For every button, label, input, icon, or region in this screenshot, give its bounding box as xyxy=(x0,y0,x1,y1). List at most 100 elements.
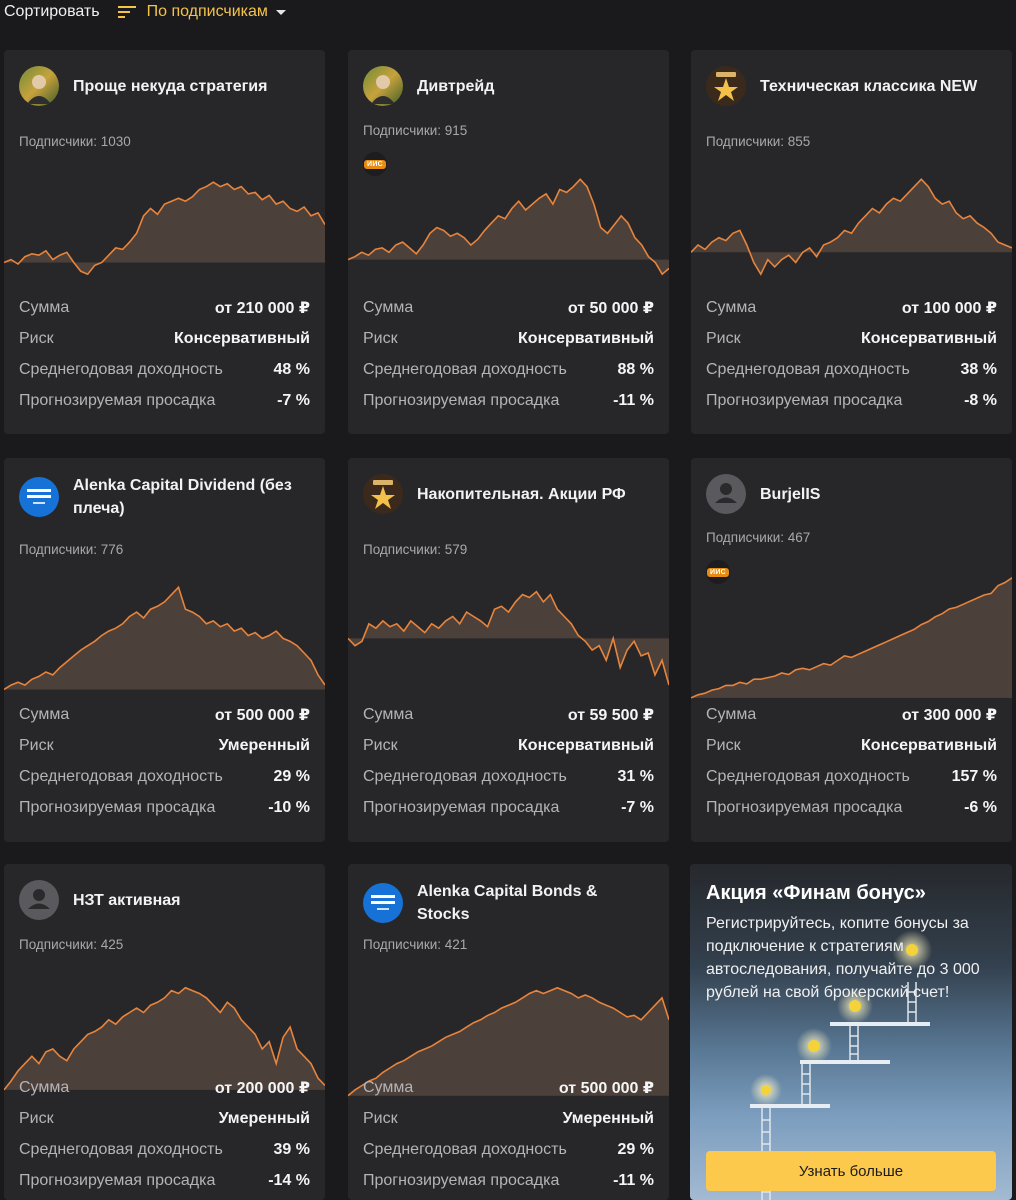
finam-star-avatar xyxy=(363,474,403,514)
strategy-card[interactable]: Alenka Capital Dividend (без плеча) Подп… xyxy=(4,458,325,842)
stat-row-sum: Сумма от 59 500 ₽ xyxy=(363,699,654,730)
stat-row-risk: Риск Консервативный xyxy=(19,323,310,354)
stat-label: Риск xyxy=(706,329,741,347)
stat-row-yield: Среднегодовая доходность 88 % xyxy=(363,354,654,385)
default-user-avatar xyxy=(706,474,746,514)
strategy-card[interactable]: НЗТ активная Подписчики: 425 Сумма от 200… xyxy=(4,864,325,1200)
stat-value-yield: 38 % xyxy=(960,360,997,378)
strategy-stats: Сумма от 59 500 ₽ Риск Консервативный Сред… xyxy=(363,699,654,823)
stat-row-yield: Среднегодовая доходность 29 % xyxy=(363,1134,654,1165)
stat-label: Прогнозируемая просадка xyxy=(19,1171,216,1189)
stat-label: Прогнозируемая просадка xyxy=(363,1171,560,1189)
strategy-title[interactable]: Дивтрейд xyxy=(417,75,494,98)
stat-row-drawdown: Прогнозируемая просадка -14 % xyxy=(19,1165,310,1196)
sort-dropdown[interactable]: По подписчикам xyxy=(117,3,286,21)
subscribers-count: Подписчики: 915 xyxy=(363,123,468,138)
card-header: Alenka Capital Dividend (без плеча) xyxy=(19,474,310,520)
equity-area xyxy=(4,182,325,275)
equity-area xyxy=(691,179,1012,275)
stat-label: Риск xyxy=(19,329,54,347)
subscribers-count: Подписчики: 579 xyxy=(363,542,468,557)
stat-label: Сумма xyxy=(363,1078,414,1096)
strategy-title[interactable]: Проще некуда стратегия xyxy=(73,75,267,98)
learn-more-button[interactable]: Узнать больше xyxy=(706,1151,996,1191)
sort-selected-value: По подписчикам xyxy=(146,3,268,20)
equity-area xyxy=(348,591,669,686)
card-header: Накопительная. Акции РФ xyxy=(363,474,654,514)
strategy-stats: Сумма от 210 000 ₽ Риск Консервативный Сре… xyxy=(19,292,310,416)
stat-value-yield: 157 % xyxy=(951,767,997,785)
stat-value-sum: от 100 000 ₽ xyxy=(901,299,997,317)
stat-value-sum: от 500 000 ₽ xyxy=(558,1079,654,1097)
stat-label: Сумма xyxy=(363,705,414,723)
strategy-title[interactable]: BurjelIS xyxy=(760,483,820,506)
stat-row-risk: Риск Консервативный xyxy=(363,730,654,761)
stat-row-risk: Риск Умеренный xyxy=(19,730,310,761)
stat-value-risk: Консервативный xyxy=(861,329,997,347)
stat-row-drawdown: Прогнозируемая просадка -7 % xyxy=(363,792,654,823)
stat-row-risk: Риск Умеренный xyxy=(19,1103,310,1134)
strategy-title[interactable]: Alenka Capital Bonds & Stocks xyxy=(417,880,654,926)
stat-label: Сумма xyxy=(19,1078,70,1096)
stat-value-drawdown: -8 % xyxy=(964,391,997,409)
strategy-title[interactable]: Техническая классика NEW xyxy=(760,75,977,98)
finam-star-avatar xyxy=(706,66,746,106)
strategy-stats: Сумма от 100 000 ₽ Риск Консервативный Сре… xyxy=(706,292,997,416)
stat-value-drawdown: -11 % xyxy=(613,391,654,409)
stat-label: Прогнозируемая просадка xyxy=(706,391,903,409)
stat-label: Среднегодовая доходность xyxy=(363,360,567,378)
stat-value-yield: 39 % xyxy=(273,1140,310,1158)
stat-label: Прогнозируемая просадка xyxy=(19,798,216,816)
stat-value-drawdown: -14 % xyxy=(268,1171,310,1189)
stat-value-drawdown: -7 % xyxy=(621,798,654,816)
stat-value-risk: Консервативный xyxy=(518,329,654,347)
strategy-stats: Сумма от 500 000 ₽ Риск Умеренный Среднего… xyxy=(363,1072,654,1196)
strategy-title[interactable]: Накопительная. Акции РФ xyxy=(417,483,626,506)
stat-value-risk: Умеренный xyxy=(218,736,310,754)
sort-bar: Сортировать По подписчикам xyxy=(4,0,286,24)
equity-area xyxy=(348,179,669,275)
strategy-card[interactable]: Дивтрейд Подписчики: 915 ИИС Сумма от 50 … xyxy=(348,50,669,434)
promo-text: Регистрируйтесь, копите бонусы за подклю… xyxy=(706,915,980,1001)
card-header: Alenka Capital Bonds & Stocks xyxy=(363,880,654,926)
stat-label: Прогнозируемая просадка xyxy=(363,798,560,816)
strategy-card[interactable]: BurjelIS Подписчики: 467 ИИС Сумма от 300… xyxy=(691,458,1012,842)
stat-row-sum: Сумма от 500 000 ₽ xyxy=(19,699,310,730)
stat-label: Сумма xyxy=(19,298,70,316)
strategy-card[interactable]: Проще некуда стратегия Подписчики: 1030 … xyxy=(4,50,325,434)
stat-label: Сумма xyxy=(363,298,414,316)
stat-row-sum: Сумма от 500 000 ₽ xyxy=(363,1072,654,1103)
stat-row-yield: Среднегодовая доходность 29 % xyxy=(19,761,310,792)
strategy-stats: Сумма от 200 000 ₽ Риск Умеренный Среднего… xyxy=(19,1072,310,1196)
stat-value-yield: 29 % xyxy=(617,1140,654,1158)
stat-label: Среднегодовая доходность xyxy=(706,360,910,378)
card-header: BurjelIS xyxy=(706,474,997,514)
stat-label: Риск xyxy=(19,736,54,754)
stat-row-sum: Сумма от 200 000 ₽ xyxy=(19,1072,310,1103)
default-user-avatar xyxy=(19,880,59,920)
card-header: Техническая классика NEW xyxy=(706,66,997,106)
subscribers-count: Подписчики: 467 xyxy=(706,530,811,545)
subscribers-count: Подписчики: 855 xyxy=(706,134,811,149)
stat-row-drawdown: Прогнозируемая просадка -10 % xyxy=(19,792,310,823)
strategy-card[interactable]: Техническая классика NEW Подписчики: 855… xyxy=(691,50,1012,434)
strategy-title[interactable]: Alenka Capital Dividend (без плеча) xyxy=(73,474,310,520)
stat-value-yield: 88 % xyxy=(617,360,654,378)
strategy-title[interactable]: НЗТ активная xyxy=(73,889,181,912)
stat-row-yield: Среднегодовая доходность 48 % xyxy=(19,354,310,385)
strategy-card[interactable]: Alenka Capital Bonds & Stocks Подписчики… xyxy=(348,864,669,1200)
strategy-stats: Сумма от 500 000 ₽ Риск Умеренный Среднего… xyxy=(19,699,310,823)
card-header: Дивтрейд xyxy=(363,66,654,106)
strategy-card[interactable]: Накопительная. Акции РФ Подписчики: 579 … xyxy=(348,458,669,842)
stat-row-risk: Риск Консервативный xyxy=(706,730,997,761)
stat-label: Сумма xyxy=(706,705,757,723)
stat-value-drawdown: -6 % xyxy=(964,798,997,816)
strategy-stats: Сумма от 50 000 ₽ Риск Консервативный Сред… xyxy=(363,292,654,416)
stat-label: Среднегодовая доходность xyxy=(363,1140,567,1158)
stat-value-sum: от 300 000 ₽ xyxy=(901,706,997,724)
stat-row-sum: Сумма от 300 000 ₽ xyxy=(706,699,997,730)
photo-avatar xyxy=(363,66,403,106)
stat-label: Сумма xyxy=(706,298,757,316)
subscribers-count: Подписчики: 1030 xyxy=(19,134,131,149)
stat-value-yield: 48 % xyxy=(273,360,310,378)
